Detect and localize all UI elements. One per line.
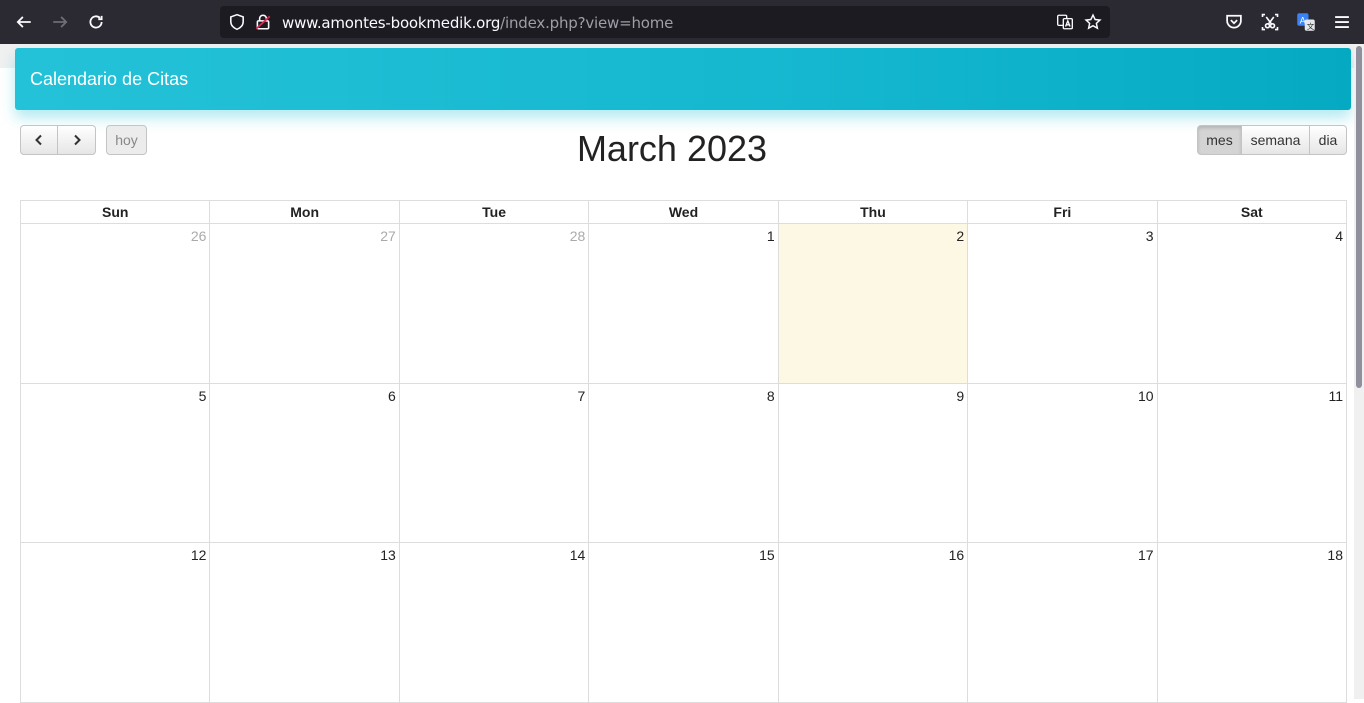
menu-icon[interactable]: [1332, 12, 1352, 32]
url-host: www.amontes-bookmedik.org: [282, 14, 501, 32]
shield-icon[interactable]: [228, 13, 246, 31]
page-content: Calendario de Citas hoy March 2023 mes s…: [0, 44, 1354, 703]
day-number: 14: [569, 547, 586, 563]
day-number: 8: [766, 387, 775, 404]
reload-icon[interactable]: [82, 8, 110, 36]
back-icon[interactable]: [10, 8, 38, 36]
translate-extension-icon[interactable]: A文: [1296, 12, 1316, 32]
day-number: 27: [380, 228, 396, 244]
translate-icon[interactable]: [1056, 13, 1074, 31]
url-text[interactable]: www.amontes-bookmedik.org/index.php?view…: [282, 14, 673, 32]
week-row: 5 6 7 8 9 10 11: [20, 383, 1347, 543]
week-row: 12 13 14 15 16 17 18: [20, 543, 1347, 703]
bookmark-star-icon[interactable]: [1084, 13, 1102, 31]
day-cell[interactable]: 16: [778, 543, 969, 703]
day-cell[interactable]: 11: [1157, 383, 1347, 543]
browser-toolbar: www.amontes-bookmedik.org/index.php?view…: [0, 0, 1364, 44]
day-number: 11: [1328, 387, 1343, 404]
day-number: 13: [380, 547, 396, 563]
day-cell-today[interactable]: 2: [778, 224, 969, 384]
day-cell[interactable]: 15: [589, 543, 779, 703]
day-number: 7: [577, 387, 586, 404]
app-header: Calendario de Citas: [15, 48, 1351, 110]
day-cell[interactable]: 14: [399, 543, 590, 703]
page-scrollbar[interactable]: [1354, 44, 1364, 699]
week-rows: 26 27 28 1 2 3 4 5 6 7 8 9 10 11 12 13 14 15 16 17 18: [20, 224, 1347, 703]
day-cell[interactable]: 27: [210, 224, 400, 384]
day-number: 26: [190, 228, 207, 244]
day-cell[interactable]: 4: [1157, 224, 1347, 384]
day-cell[interactable]: 6: [210, 383, 400, 543]
day-number: 5: [198, 387, 207, 404]
weekday-label: Mon: [210, 201, 400, 224]
day-cell[interactable]: 26: [21, 224, 211, 384]
address-bar[interactable]: www.amontes-bookmedik.org/index.php?view…: [220, 6, 1110, 38]
day-number: 17: [1137, 547, 1154, 563]
weekday-label: Fri: [968, 201, 1158, 224]
day-cell[interactable]: 5: [21, 383, 211, 543]
screenshot-icon[interactable]: [1260, 12, 1280, 32]
day-number: 2: [956, 228, 965, 244]
day-number: 16: [948, 547, 965, 563]
day-number: 18: [1327, 547, 1343, 563]
scrollbar-thumb[interactable]: [1356, 46, 1362, 388]
month-grid: Sun Mon Tue Wed Thu Fri Sat 26 27 28 1 2 3 4 5 6…: [20, 200, 1347, 703]
view-month-button[interactable]: mes: [1197, 125, 1242, 155]
day-cell[interactable]: 1: [589, 224, 779, 384]
view-switcher: mes semana dia: [1197, 125, 1347, 155]
day-number: 4: [1335, 228, 1343, 244]
day-cell[interactable]: 3: [968, 224, 1158, 384]
weekday-label: Sun: [21, 201, 211, 224]
day-number: 10: [1137, 387, 1154, 404]
weekday-label: Sat: [1157, 201, 1347, 224]
day-number: 12: [190, 547, 207, 563]
day-number: 6: [388, 387, 396, 404]
week-row: 26 27 28 1 2 3 4: [20, 224, 1347, 384]
weekday-label: Thu: [778, 201, 969, 224]
day-cell[interactable]: 12: [21, 543, 211, 703]
day-number: 9: [956, 387, 965, 404]
view-week-button[interactable]: semana: [1242, 125, 1310, 155]
day-cell[interactable]: 7: [399, 383, 590, 543]
pocket-icon[interactable]: [1224, 12, 1244, 32]
url-path: /index.php?view=home: [500, 14, 674, 32]
day-cell[interactable]: 28: [399, 224, 590, 384]
page-title[interactable]: Calendario de Citas: [30, 69, 188, 90]
day-cell[interactable]: 18: [1157, 543, 1347, 703]
weekday-header: Sun Mon Tue Wed Thu Fri Sat: [20, 200, 1347, 224]
insecure-lock-icon[interactable]: [254, 13, 272, 31]
day-number: 28: [569, 228, 586, 244]
day-number: 1: [766, 228, 775, 244]
svg-text:文: 文: [1307, 21, 1315, 31]
weekday-label: Tue: [399, 201, 590, 224]
day-cell[interactable]: 17: [968, 543, 1158, 703]
day-cell[interactable]: 9: [778, 383, 969, 543]
day-cell[interactable]: 8: [589, 383, 779, 543]
day-number: 3: [1145, 228, 1154, 244]
day-cell[interactable]: 10: [968, 383, 1158, 543]
forward-icon[interactable]: [46, 8, 74, 36]
calendar-title: March 2023: [576, 128, 768, 169]
weekday-label: Wed: [589, 201, 779, 224]
day-number: 15: [759, 547, 775, 563]
view-day-button[interactable]: dia: [1310, 125, 1347, 155]
day-cell[interactable]: 13: [210, 543, 400, 703]
